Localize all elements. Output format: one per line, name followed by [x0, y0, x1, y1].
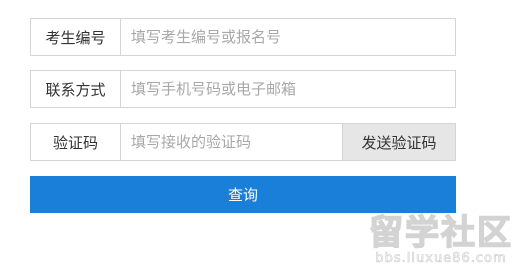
query-button[interactable]: 查询	[30, 176, 456, 213]
exam-number-input[interactable]	[121, 19, 455, 55]
contact-label: 联系方式	[31, 71, 121, 107]
verification-label: 验证码	[31, 124, 121, 160]
verification-code-input[interactable]	[121, 124, 342, 160]
watermark-url: bbs.liuxue86.com	[375, 251, 507, 266]
verification-row: 验证码 发送验证码	[30, 123, 456, 161]
watermark-logo-text: 留学社区	[368, 213, 513, 253]
contact-input[interactable]	[121, 71, 455, 107]
exam-number-label: 考生编号	[31, 19, 121, 55]
watermark-logo: 留学社区 bbs.liuxue86.com	[368, 213, 513, 266]
send-code-button[interactable]: 发送验证码	[342, 124, 455, 160]
exam-number-row: 考生编号	[30, 18, 456, 56]
contact-row: 联系方式	[30, 70, 456, 108]
